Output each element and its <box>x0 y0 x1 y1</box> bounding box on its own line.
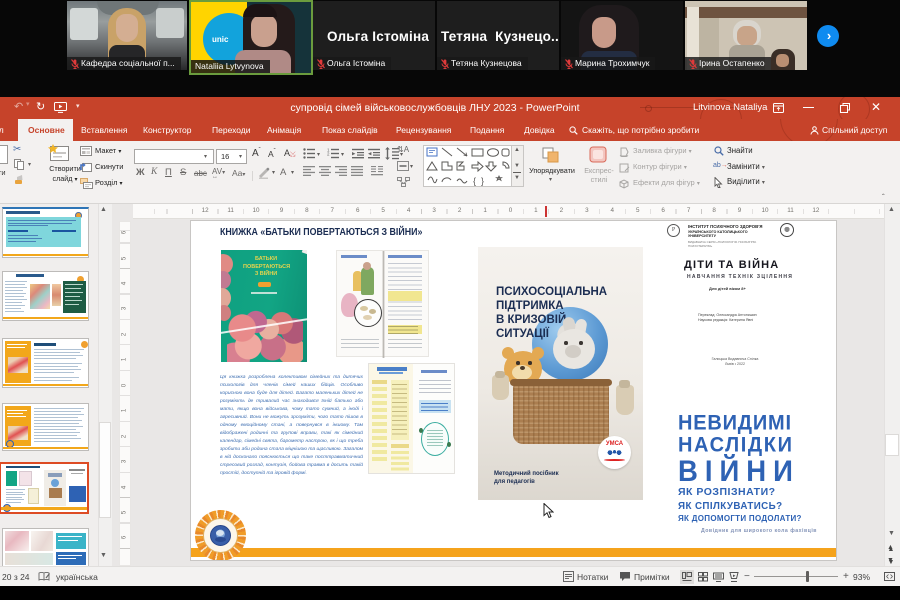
svg-text:2: 2 <box>327 151 330 156</box>
svg-text:{: { <box>473 176 476 186</box>
svg-text:}: } <box>481 176 484 186</box>
